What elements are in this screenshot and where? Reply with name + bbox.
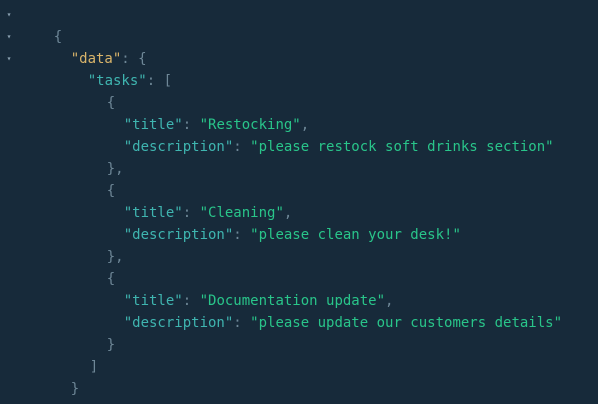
tasks-collapse-toggle-icon[interactable]: ▾ — [4, 48, 14, 70]
task-description-line: "description": "please update our custom… — [90, 290, 562, 331]
data-line: "data": { — [37, 26, 147, 67]
description-key: "description" — [123, 139, 234, 155]
tasks-open-bracket: [ — [163, 73, 173, 89]
task-open-brace-line: { — [73, 70, 115, 111]
json-viewer: { ▾ "data": { ▾ "tasks": [ ▾ { "title": … — [0, 0, 598, 404]
task-title-line: "title": "Cleaning", — [90, 180, 293, 221]
task-open-brace-line: { — [73, 246, 115, 287]
data-close-line: } — [37, 356, 79, 397]
task-open-brace-line: { — [73, 158, 115, 199]
tasks-close-line: ] — [56, 334, 98, 375]
task-close-brace-line: }, — [73, 136, 124, 177]
task-close-brace: } — [106, 337, 116, 353]
task-title-line: "title": "Restocking", — [90, 92, 309, 133]
task-description-value: "please update our customers details" — [250, 315, 563, 331]
task-description-line: "description": "please clean your desk!" — [90, 202, 461, 243]
description-key: "description" — [123, 315, 234, 331]
task-title-line: "title": "Documentation update", — [90, 268, 394, 309]
data-close-brace: } — [70, 381, 80, 397]
root-collapse-toggle-icon[interactable]: ▾ — [4, 4, 14, 26]
colon: : — [233, 227, 251, 243]
task-description-line: "description": "please restock soft drin… — [90, 114, 554, 155]
task-close-brace-line: } — [73, 312, 115, 353]
description-key: "description" — [123, 227, 234, 243]
task-description-value: "please clean your desk!" — [250, 227, 461, 243]
task-close-brace-line: }, — [73, 224, 124, 265]
tasks-line: "tasks": [ — [54, 48, 172, 89]
task-description-value: "please restock soft drinks section" — [250, 139, 554, 155]
root-open-line: { — [20, 4, 62, 45]
tasks-close-bracket: ] — [89, 359, 99, 375]
colon: : — [233, 315, 251, 331]
colon: : — [146, 73, 164, 89]
data-collapse-toggle-icon[interactable]: ▾ — [4, 26, 14, 48]
root-close-line: } — [20, 378, 62, 404]
colon: : — [233, 139, 251, 155]
